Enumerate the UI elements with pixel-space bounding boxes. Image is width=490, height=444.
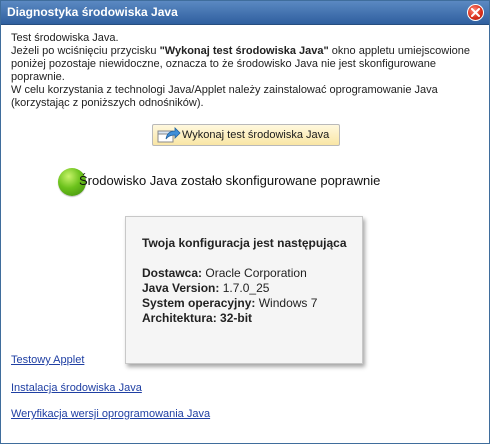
close-button[interactable]: [467, 4, 484, 21]
intro-text: Test środowiska Java. Jeżeli po wciśnięc…: [11, 32, 471, 110]
window-title: Diagnostyka środowiska Java: [7, 5, 178, 19]
intro-line-1: Test środowiska Java.: [11, 32, 119, 44]
config-os-row: System operacyjny: Windows 7: [142, 296, 317, 311]
close-icon: [471, 8, 480, 17]
status-message: Środowisko Java zostało skonfigurowane p…: [79, 173, 381, 188]
intro-line-3: W celu korzystania z technologi Java/App…: [11, 84, 438, 109]
arch-label: Architektura:: [142, 311, 217, 325]
title-bar[interactable]: Diagnostyka środowiska Java: [1, 1, 489, 25]
vendor-label: Dostawca:: [142, 266, 203, 280]
arch-value: 32-bit: [216, 311, 253, 325]
applet-arrow-icon: [157, 127, 181, 143]
os-label: System operacyjny:: [142, 296, 256, 310]
run-java-test-button[interactable]: Wykonaj test środowiska Java: [152, 124, 340, 146]
intro-line-2-bold: "Wykonaj test środowiska Java": [159, 45, 329, 57]
config-vendor-row: Dostawca: Oracle Corporation: [142, 266, 317, 281]
java-version-value: 1.7.0_25: [219, 281, 270, 295]
java-diagnostics-window: Diagnostyka środowiska Java Test środowi…: [0, 0, 490, 444]
run-java-test-label: Wykonaj test środowiska Java: [182, 129, 330, 141]
configuration-title: Twoja konfiguracja jest następująca: [142, 236, 347, 250]
verify-java-version-link[interactable]: Weryfikacja wersji oprogramowania Java: [11, 408, 210, 420]
config-java-version-row: Java Version: 1.7.0_25: [142, 281, 317, 296]
intro-line-2-pre: Jeżeli po wciśnięciu przycisku: [11, 45, 160, 57]
dialog-content: Test środowiska Java. Jeżeli po wciśnięc…: [1, 25, 489, 443]
test-applet-link[interactable]: Testowy Applet: [11, 354, 84, 366]
configuration-details: Dostawca: Oracle Corporation Java Versio…: [142, 266, 317, 326]
intro-line-2: Jeżeli po wciśnięciu przycisku "Wykonaj …: [11, 45, 471, 84]
java-version-label: Java Version:: [142, 281, 220, 295]
os-value: Windows 7: [255, 296, 318, 310]
configuration-panel: Twoja konfiguracja jest następująca Dost…: [125, 216, 363, 364]
vendor-value: Oracle Corporation: [202, 266, 307, 280]
install-java-link[interactable]: Instalacja środowiska Java: [11, 382, 142, 394]
config-arch-row: Architektura: 32-bit: [142, 311, 317, 326]
